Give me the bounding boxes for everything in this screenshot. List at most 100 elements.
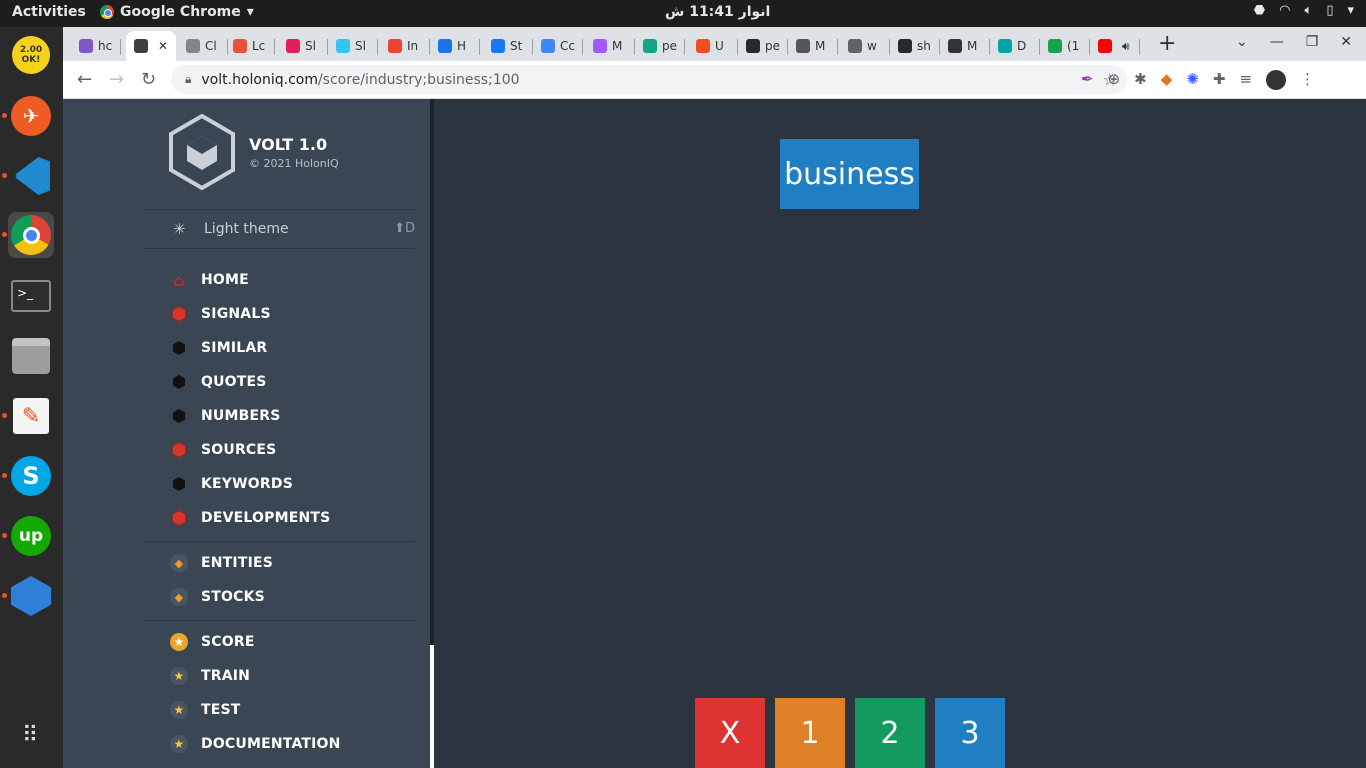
wifi-icon[interactable]: ◠ [1279,3,1290,18]
browser-tab[interactable]: 🔊︎ [1090,31,1140,61]
score-button-3[interactable]: 3 [935,698,1005,768]
browser-tab[interactable]: hc [71,31,121,61]
close-window-icon[interactable]: ✕ [1340,34,1352,50]
sidebar-item-test[interactable]: ★ TEST [169,696,241,724]
sidebar-item-home[interactable]: ⌂ HOME [169,266,249,294]
postman-icon: ✈ [11,96,51,136]
show-applications-icon[interactable]: ⠿ [8,712,54,758]
browser-tab[interactable]: M [585,31,635,61]
dock-app-upwork[interactable]: up [2,513,54,559]
lock-icon[interactable]: 🔒︎ [185,72,191,87]
signals-icon [169,440,189,460]
url-text[interactable]: volt.holoniq.com/score/industry;business… [201,72,519,88]
tab-favicon-icon [286,39,300,53]
sidebar-item-signals[interactable]: SIGNALS [169,300,271,328]
dock-app-vscode[interactable] [2,153,54,199]
dock-app-2ok[interactable]: 2.00 OK! [8,32,54,78]
tab-title: M [815,39,826,53]
sidebar-item-developments[interactable]: DEVELOPMENTS [169,504,330,532]
network-indicator-icon[interactable]: ⬣ [1254,3,1265,18]
browser-tab[interactable]: D [990,31,1040,61]
tab-audio-icon[interactable]: 🔊︎ [1122,39,1130,54]
browser-tab[interactable]: In [380,31,430,61]
browser-tab[interactable]: Lc [225,31,275,61]
metamask-extension-icon[interactable]: ◆ [1161,70,1173,90]
browser-tab[interactable]: St [483,31,533,61]
browser-tab[interactable]: M [788,31,838,61]
browser-tab[interactable]: M [940,31,990,61]
signals-icon [169,508,189,528]
clock[interactable]: انوار 11:41 ش [665,4,770,20]
puzzle-extensions-icon[interactable]: ✚ [1213,70,1226,90]
score-button-1[interactable]: 1 [775,698,845,768]
sidebar-item-sources[interactable]: SOURCES [169,436,276,464]
sidebar-item-train[interactable]: ★ TRAIN [169,662,250,690]
tab-title: In [407,39,419,53]
browser-tab[interactable]: w [840,31,890,61]
globe-extension-icon[interactable]: ⊕ [1108,70,1121,90]
forward-arrow-icon[interactable]: → [109,69,124,90]
sidebar-item-entities[interactable]: ◆ ENTITIES [169,549,273,577]
maximize-icon[interactable]: ❐ [1306,34,1319,50]
tab-favicon-icon [336,39,350,53]
browser-tab[interactable]: sh [890,31,940,61]
tab-title: M [612,39,623,53]
dock-app-postman[interactable]: ✈ [2,93,54,139]
score-button-x[interactable]: X [695,698,765,768]
dock-app-skype[interactable]: S [2,453,54,499]
dock: 2.00 OK! ✈ >_ ✎ S up ⠿ [0,27,63,768]
browser-tab[interactable]: pe [738,31,788,61]
dock-app-files[interactable] [8,333,54,379]
browser-tab[interactable]: Cc [533,31,583,61]
system-top-bar: Activities Google Chrome ▾ انوار 11:41 ش… [0,0,1366,27]
reload-icon[interactable]: ↻ [141,69,156,90]
tab-favicon-icon [998,39,1012,53]
sidebar-item-documentation[interactable]: ★ DOCUMENTATION [169,730,341,758]
dock-app-terminal[interactable]: >_ [8,273,54,319]
browser-tab[interactable]: Cl [178,31,228,61]
browser-tab[interactable]: (1 [1040,31,1090,61]
browser-tab[interactable]: pe [635,31,685,61]
volume-icon[interactable]: 🔈︎ [1305,3,1313,18]
media-control-icon[interactable]: ≡ [1239,70,1252,90]
sidebar-item-similar[interactable]: SIMILAR [169,334,267,362]
sidebar-item-numbers[interactable]: NUMBERS [169,402,281,430]
kebab-menu-icon[interactable]: ⋮ [1300,70,1315,90]
app-menu[interactable]: Google Chrome ▾ [100,4,254,20]
dock-app-chrome[interactable] [2,212,54,258]
chevron-down-icon[interactable]: ▾ [1347,3,1354,18]
browser-tab[interactable]: ✕ [126,31,176,61]
sidebar-item-score[interactable]: ★ SCORE [169,628,255,656]
browser-tab[interactable]: Sl [278,31,328,61]
score-button-2[interactable]: 2 [855,698,925,768]
tab-favicon-icon [696,39,710,53]
back-arrow-icon[interactable]: ← [77,69,92,90]
tab-favicon-icon [186,39,200,53]
bug-extension-icon[interactable]: ✱ [1134,70,1147,90]
address-bar[interactable]: 🔒︎ volt.holoniq.com/score/industry;busin… [171,65,1127,94]
sidebar-item-keywords[interactable]: KEYWORDS [169,470,293,498]
tab-title: U [715,39,724,53]
badge-extension-icon[interactable]: ✺ [1186,70,1199,90]
browser-tab[interactable]: U [688,31,738,61]
star-icon: ★ [169,734,189,754]
activities-button[interactable]: Activities [12,4,86,20]
new-tab-button[interactable]: + [1158,31,1176,56]
system-tray[interactable]: ⬣ ◠ 🔈︎ ▯ ▾ [1254,3,1354,18]
sidebar-item-quotes[interactable]: QUOTES [169,368,267,396]
minimize-icon[interactable]: — [1270,34,1284,50]
browser-tab[interactable]: Sl [328,31,378,61]
sidebar-item-label: HOME [201,272,249,288]
browser-tab[interactable]: H [430,31,480,61]
feather-extension-icon[interactable]: ✒ [1081,70,1094,90]
brand[interactable]: VOLT 1.0 © 2021 HolonIQ [169,114,339,190]
sidebar-item-stocks[interactable]: ◆ STOCKS [169,583,265,611]
theme-toggle[interactable]: ✳ Light theme ⬆D [143,209,415,249]
tab-close-icon[interactable]: ✕ [158,39,168,53]
avatar[interactable] [1266,70,1287,90]
hexagon-icon [169,474,189,494]
battery-icon[interactable]: ▯ [1326,3,1333,18]
dock-app-remmina[interactable] [2,573,54,619]
tab-search-icon[interactable]: ⌄ [1236,34,1248,50]
dock-app-text-editor[interactable]: ✎ [2,393,54,439]
